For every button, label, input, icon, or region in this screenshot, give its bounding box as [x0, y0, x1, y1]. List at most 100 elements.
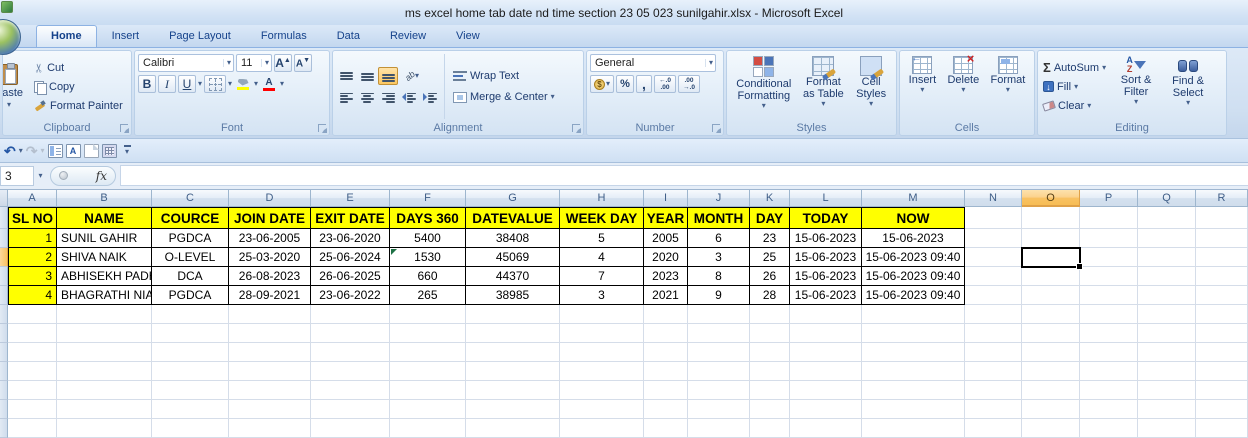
- row-header-9[interactable]: [0, 362, 8, 381]
- cell-D6[interactable]: [229, 305, 311, 324]
- cell-J12[interactable]: [688, 419, 750, 438]
- cell-K7[interactable]: [750, 324, 790, 343]
- cell-J8[interactable]: [688, 343, 750, 362]
- cell-N5[interactable]: [965, 286, 1022, 305]
- cell-Q3[interactable]: [1138, 248, 1196, 267]
- cell-I2[interactable]: 2005: [644, 229, 688, 248]
- column-header-K[interactable]: K: [750, 190, 790, 207]
- cell-O11[interactable]: [1022, 400, 1080, 419]
- undo-button[interactable]: ↶: [4, 144, 16, 158]
- sort-filter-button[interactable]: AZ Sort & Filter▾: [1112, 54, 1160, 119]
- cell-B3[interactable]: SHIVA NAIK: [57, 248, 152, 267]
- cell-M8[interactable]: [862, 343, 965, 362]
- cell-N6[interactable]: [965, 305, 1022, 324]
- cell-H4[interactable]: 7: [560, 267, 644, 286]
- grow-font-button[interactable]: A▲: [274, 54, 292, 72]
- cell-J7[interactable]: [688, 324, 750, 343]
- cell-M3[interactable]: 15-06-2023 09:40: [862, 248, 965, 267]
- cell-K2[interactable]: 23: [750, 229, 790, 248]
- cell-M2[interactable]: 15-06-2023: [862, 229, 965, 248]
- cell-L9[interactable]: [790, 362, 862, 381]
- column-header-P[interactable]: P: [1080, 190, 1138, 207]
- cell-H11[interactable]: [560, 400, 644, 419]
- cell-L10[interactable]: [790, 381, 862, 400]
- comma-style-button[interactable]: ,: [636, 75, 652, 93]
- cell-D9[interactable]: [229, 362, 311, 381]
- column-header-F[interactable]: F: [390, 190, 466, 207]
- cell-Q7[interactable]: [1138, 324, 1196, 343]
- customize-qat-button[interactable]: ▾: [124, 145, 131, 156]
- cell-E4[interactable]: 26-06-2025: [311, 267, 390, 286]
- cell-K9[interactable]: [750, 362, 790, 381]
- tab-view[interactable]: View: [441, 25, 495, 47]
- cell-G5[interactable]: 38985: [466, 286, 560, 305]
- font-color-dropdown[interactable]: ▾: [280, 80, 284, 88]
- align-top-button[interactable]: [336, 67, 356, 85]
- align-middle-button[interactable]: [357, 67, 377, 85]
- insert-cells-button[interactable]: Insert▾: [906, 54, 940, 119]
- cell-H7[interactable]: [560, 324, 644, 343]
- cell-G9[interactable]: [466, 362, 560, 381]
- percent-style-button[interactable]: %: [616, 75, 634, 93]
- cell-E7[interactable]: [311, 324, 390, 343]
- cell-N7[interactable]: [965, 324, 1022, 343]
- cell-A3[interactable]: 2: [8, 248, 57, 267]
- tab-data[interactable]: Data: [322, 25, 375, 47]
- column-header-B[interactable]: B: [57, 190, 152, 207]
- cell-P8[interactable]: [1080, 343, 1138, 362]
- cell-M6[interactable]: [862, 305, 965, 324]
- cell-C6[interactable]: [152, 305, 229, 324]
- cell-J9[interactable]: [688, 362, 750, 381]
- cell-H10[interactable]: [560, 381, 644, 400]
- row-header-11[interactable]: [0, 400, 8, 419]
- select-all-corner[interactable]: [0, 190, 8, 207]
- column-header-H[interactable]: H: [560, 190, 644, 207]
- tab-home[interactable]: Home: [36, 25, 97, 47]
- cell-F6[interactable]: [390, 305, 466, 324]
- cell-B11[interactable]: [57, 400, 152, 419]
- cell-O9[interactable]: [1022, 362, 1080, 381]
- delete-cells-button[interactable]: Delete▾: [944, 54, 982, 119]
- cell-H6[interactable]: [560, 305, 644, 324]
- cell-P6[interactable]: [1080, 305, 1138, 324]
- cell-C7[interactable]: [152, 324, 229, 343]
- cell-B7[interactable]: [57, 324, 152, 343]
- cell-P11[interactable]: [1080, 400, 1138, 419]
- cell-L1[interactable]: TODAY: [790, 207, 862, 229]
- cell-K11[interactable]: [750, 400, 790, 419]
- cell-D7[interactable]: [229, 324, 311, 343]
- cell-P12[interactable]: [1080, 419, 1138, 438]
- find-select-button[interactable]: Find & Select▾: [1164, 54, 1212, 119]
- cell-D10[interactable]: [229, 381, 311, 400]
- cell-L2[interactable]: 15-06-2023: [790, 229, 862, 248]
- tab-formulas[interactable]: Formulas: [246, 25, 322, 47]
- cell-I8[interactable]: [644, 343, 688, 362]
- cell-C11[interactable]: [152, 400, 229, 419]
- cell-L3[interactable]: 15-06-2023: [790, 248, 862, 267]
- number-format-combobox[interactable]: General▾: [590, 54, 716, 72]
- font-dialog-launcher[interactable]: [318, 124, 326, 132]
- column-header-E[interactable]: E: [311, 190, 390, 207]
- cell-E5[interactable]: 23-06-2022: [311, 286, 390, 305]
- align-left-button[interactable]: [336, 88, 356, 106]
- cell-N3[interactable]: [965, 248, 1022, 267]
- column-header-N[interactable]: N: [965, 190, 1022, 207]
- cell-A4[interactable]: 3: [8, 267, 57, 286]
- cell-H1[interactable]: WEEK DAY: [560, 207, 644, 229]
- cell-D11[interactable]: [229, 400, 311, 419]
- row-header-7[interactable]: [0, 324, 8, 343]
- font-name-combobox[interactable]: Calibri▾: [138, 54, 234, 72]
- cell-L7[interactable]: [790, 324, 862, 343]
- merge-center-dropdown[interactable]: ▾: [551, 93, 555, 101]
- cell-G10[interactable]: [466, 381, 560, 400]
- italic-button[interactable]: I: [158, 75, 176, 93]
- cell-J10[interactable]: [688, 381, 750, 400]
- cell-D2[interactable]: 23-06-2005: [229, 229, 311, 248]
- row-header-10[interactable]: [0, 381, 8, 400]
- selected-cell-O3[interactable]: [1021, 247, 1081, 268]
- cell-R10[interactable]: [1196, 381, 1248, 400]
- cell-G11[interactable]: [466, 400, 560, 419]
- cell-P10[interactable]: [1080, 381, 1138, 400]
- cell-O10[interactable]: [1022, 381, 1080, 400]
- increase-indent-button[interactable]: [420, 88, 440, 106]
